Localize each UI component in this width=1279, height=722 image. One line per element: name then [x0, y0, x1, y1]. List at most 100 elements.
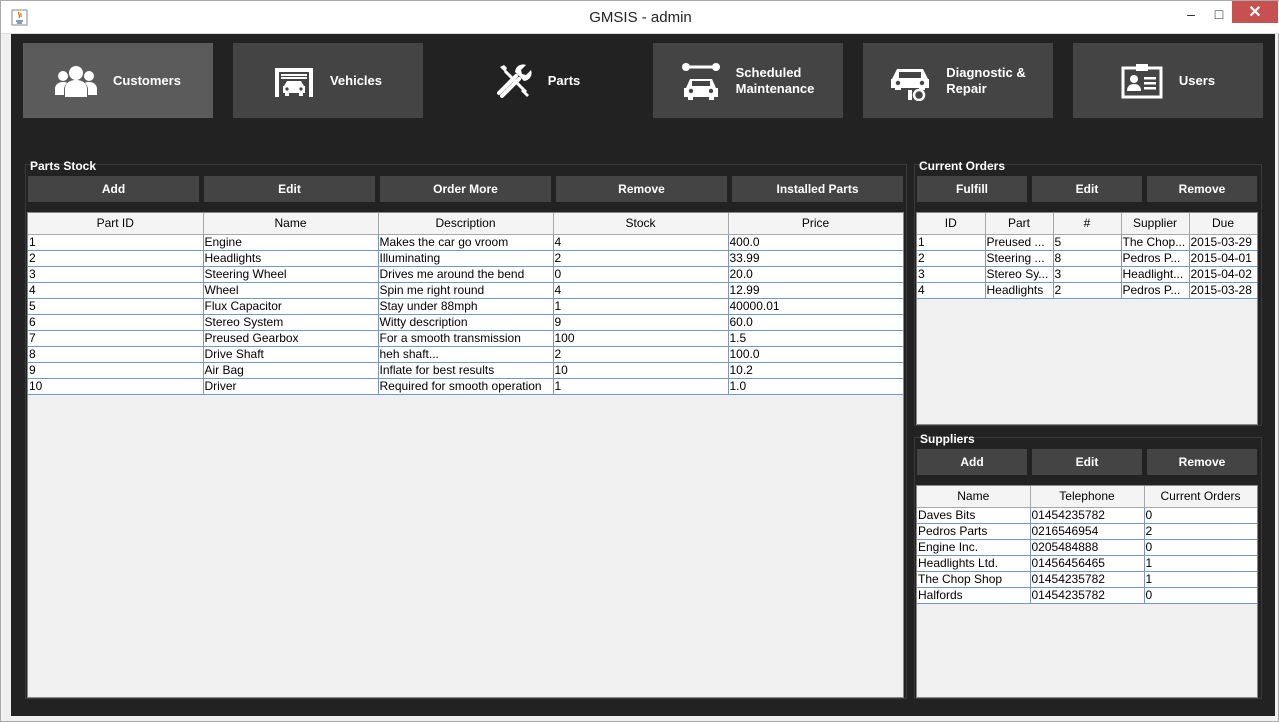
column-header[interactable]: Due: [1189, 213, 1257, 235]
column-header[interactable]: Stock: [553, 213, 729, 235]
table-cell[interactable]: 10.2: [728, 362, 903, 379]
table-cell[interactable]: Pedros Parts: [917, 523, 1031, 540]
suppliers-edit-button[interactable]: Edit: [1032, 449, 1142, 475]
table-cell[interactable]: 01454235782: [1030, 571, 1145, 588]
table-cell[interactable]: Preused ...: [985, 234, 1054, 251]
table-cell[interactable]: 4: [553, 234, 729, 251]
table-cell[interactable]: 4: [917, 282, 986, 299]
table-cell[interactable]: 4: [28, 282, 204, 299]
table-cell[interactable]: 0: [1144, 507, 1257, 524]
table-cell[interactable]: 1: [917, 234, 986, 251]
table-cell[interactable]: Headlights Ltd.: [917, 555, 1031, 572]
table-row[interactable]: Pedros Parts 0216546954 2: [917, 523, 1257, 540]
column-header[interactable]: Part ID: [28, 213, 204, 235]
table-row[interactable]: 4 Wheel Spin me right round 4 12.99: [28, 282, 903, 299]
table-row[interactable]: 6 Stereo System Witty description 9 60.0: [28, 314, 903, 331]
table-row[interactable]: 8 Drive Shaft heh shaft... 2 100.0: [28, 346, 903, 363]
column-header[interactable]: Current Orders: [1144, 486, 1257, 508]
nav-parts-button[interactable]: Parts: [443, 43, 633, 118]
nav-users-button[interactable]: Users: [1073, 43, 1263, 118]
table-cell[interactable]: 12.99: [728, 282, 903, 299]
title-bar[interactable]: GMSIS - admin – □ ✕: [1, 1, 1279, 34]
table-row[interactable]: 7 Preused Gearbox For a smooth transmissio…: [28, 330, 903, 347]
table-cell[interactable]: 5: [28, 298, 204, 315]
table-row[interactable]: Halfords 01454235782 0: [917, 587, 1257, 604]
table-cell[interactable]: 1: [553, 378, 729, 395]
parts-remove-button[interactable]: Remove: [556, 176, 727, 202]
table-cell[interactable]: Preused Gearbox: [203, 330, 379, 347]
table-cell[interactable]: 60.0: [728, 314, 903, 331]
table-cell[interactable]: 2015-04-01: [1189, 250, 1257, 267]
maximize-button[interactable]: □: [1204, 1, 1234, 27]
table-cell[interactable]: 100: [553, 330, 729, 347]
table-cell[interactable]: 0216546954: [1030, 523, 1145, 540]
table-cell[interactable]: Wheel: [203, 282, 379, 299]
table-cell[interactable]: 8: [1053, 250, 1122, 267]
table-row[interactable]: Headlights Ltd. 01456456465 1: [917, 555, 1257, 572]
table-cell[interactable]: Required for smooth operation: [378, 378, 554, 395]
table-cell[interactable]: 2: [1144, 523, 1257, 540]
table-cell[interactable]: 100.0: [728, 346, 903, 363]
table-row[interactable]: 9 Air Bag Inflate for best results 10 10.2: [28, 362, 903, 379]
orders-edit-button[interactable]: Edit: [1032, 176, 1142, 202]
column-header[interactable]: Part: [985, 213, 1054, 235]
table-cell[interactable]: 10: [553, 362, 729, 379]
table-cell[interactable]: Headlights: [985, 282, 1054, 299]
table-cell[interactable]: 2015-03-28: [1189, 282, 1257, 299]
table-cell[interactable]: 2: [553, 250, 729, 267]
nav-scheduled-maintenance-button[interactable]: Scheduled Maintenance: [653, 43, 843, 118]
parts-order-more-button[interactable]: Order More: [380, 176, 551, 202]
table-row[interactable]: 5 Flux Capacitor Stay under 88mph 1 40000.01: [28, 298, 903, 315]
table-cell[interactable]: 01454235782: [1030, 507, 1145, 524]
table-row[interactable]: 10 Driver Required for smooth operation 1 1.…: [28, 378, 903, 395]
table-cell[interactable]: heh shaft...: [378, 346, 554, 363]
parts-edit-button[interactable]: Edit: [204, 176, 375, 202]
nav-diagnostic-repair-button[interactable]: Diagnostic & Repair: [863, 43, 1053, 118]
orders-remove-button[interactable]: Remove: [1147, 176, 1257, 202]
table-cell[interactable]: Inflate for best results: [378, 362, 554, 379]
table-row[interactable]: The Chop Shop 01454235782 1: [917, 571, 1257, 588]
suppliers-add-button[interactable]: Add: [917, 449, 1027, 475]
table-cell[interactable]: 1: [1144, 571, 1257, 588]
table-row[interactable]: Engine Inc. 0205484888 0: [917, 539, 1257, 556]
table-cell[interactable]: 2: [553, 346, 729, 363]
table-cell[interactable]: Illuminating: [378, 250, 554, 267]
column-header[interactable]: Price: [728, 213, 903, 235]
table-cell[interactable]: 1: [1144, 555, 1257, 572]
table-cell[interactable]: Stereo System: [203, 314, 379, 331]
nav-customers-button[interactable]: Customers: [23, 43, 213, 118]
table-cell[interactable]: Drives me around the bend: [378, 266, 554, 283]
current-orders-table-area[interactable]: ID Part # Supplier Due 1 Preused ... 5 The Chop…: [916, 212, 1258, 425]
parts-installed-parts-button[interactable]: Installed Parts: [732, 176, 903, 202]
table-cell[interactable]: 01456456465: [1030, 555, 1145, 572]
table-cell[interactable]: 2: [917, 250, 986, 267]
table-cell[interactable]: 2015-04-02: [1189, 266, 1257, 283]
table-cell[interactable]: 0: [553, 266, 729, 283]
table-cell[interactable]: The Chop...: [1121, 234, 1190, 251]
column-header[interactable]: Supplier: [1121, 213, 1190, 235]
table-cell[interactable]: 1: [28, 234, 204, 251]
table-cell[interactable]: 3: [28, 266, 204, 283]
table-cell[interactable]: 9: [28, 362, 204, 379]
table-cell[interactable]: 0: [1144, 587, 1257, 604]
table-cell[interactable]: Pedros P...: [1121, 250, 1190, 267]
table-cell[interactable]: Pedros P...: [1121, 282, 1190, 299]
column-header[interactable]: Telephone: [1030, 486, 1145, 508]
table-cell[interactable]: 2: [28, 250, 204, 267]
column-header[interactable]: Name: [917, 486, 1031, 508]
suppliers-table-area[interactable]: Name Telephone Current Orders Daves Bits 01…: [916, 485, 1258, 698]
table-row[interactable]: 3 Stereo Sy... 3 Headlight... 2015-04-02: [917, 266, 1257, 283]
suppliers-remove-button[interactable]: Remove: [1147, 449, 1257, 475]
table-cell[interactable]: Engine: [203, 234, 379, 251]
table-cell[interactable]: Stereo Sy...: [985, 266, 1054, 283]
table-cell[interactable]: Headlight...: [1121, 266, 1190, 283]
table-cell[interactable]: 33.99: [728, 250, 903, 267]
table-cell[interactable]: 2: [1053, 282, 1122, 299]
table-row[interactable]: 2 Headlights Illuminating 2 33.99: [28, 250, 903, 267]
table-cell[interactable]: Steering ...: [985, 250, 1054, 267]
table-cell[interactable]: Air Bag: [203, 362, 379, 379]
table-cell[interactable]: 2015-03-29: [1189, 234, 1257, 251]
table-cell[interactable]: The Chop Shop: [917, 571, 1031, 588]
column-header[interactable]: #: [1053, 213, 1122, 235]
table-cell[interactable]: Engine Inc.: [917, 539, 1031, 556]
